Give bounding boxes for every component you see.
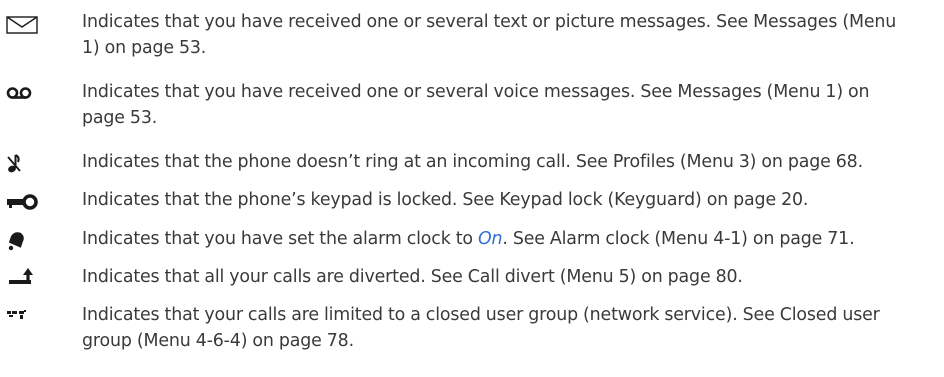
indicator-description: Indicates that you have received one or …	[82, 12, 897, 58]
indicator-description: Indicates that you have set the alarm cl…	[82, 226, 940, 252]
indicator-description: Indicates that you have received one or …	[82, 82, 870, 128]
description-text: Indicates that you have set the alarm cl…	[82, 229, 478, 249]
description-text: . See Alarm clock (Menu 4-1) on page 71.	[502, 229, 855, 249]
voicemail-icon	[6, 81, 46, 105]
indicator-description: Indicates that the phone doesn’t ring at…	[82, 152, 863, 172]
silent-icon	[6, 151, 46, 175]
indicator-description: Indicates that the phone’s keypad is loc…	[82, 190, 809, 210]
alarm-bell-icon	[6, 228, 46, 252]
key-lock-icon	[6, 190, 46, 214]
indicator-description: Indicates that your calls are limited to…	[82, 305, 880, 351]
indicator-description: Indicates that all your calls are divert…	[82, 267, 743, 287]
call-divert-icon	[6, 264, 46, 288]
setting-value-link[interactable]: On	[478, 229, 503, 249]
envelope-icon	[6, 13, 46, 37]
closed-user-group-icon	[6, 303, 46, 327]
